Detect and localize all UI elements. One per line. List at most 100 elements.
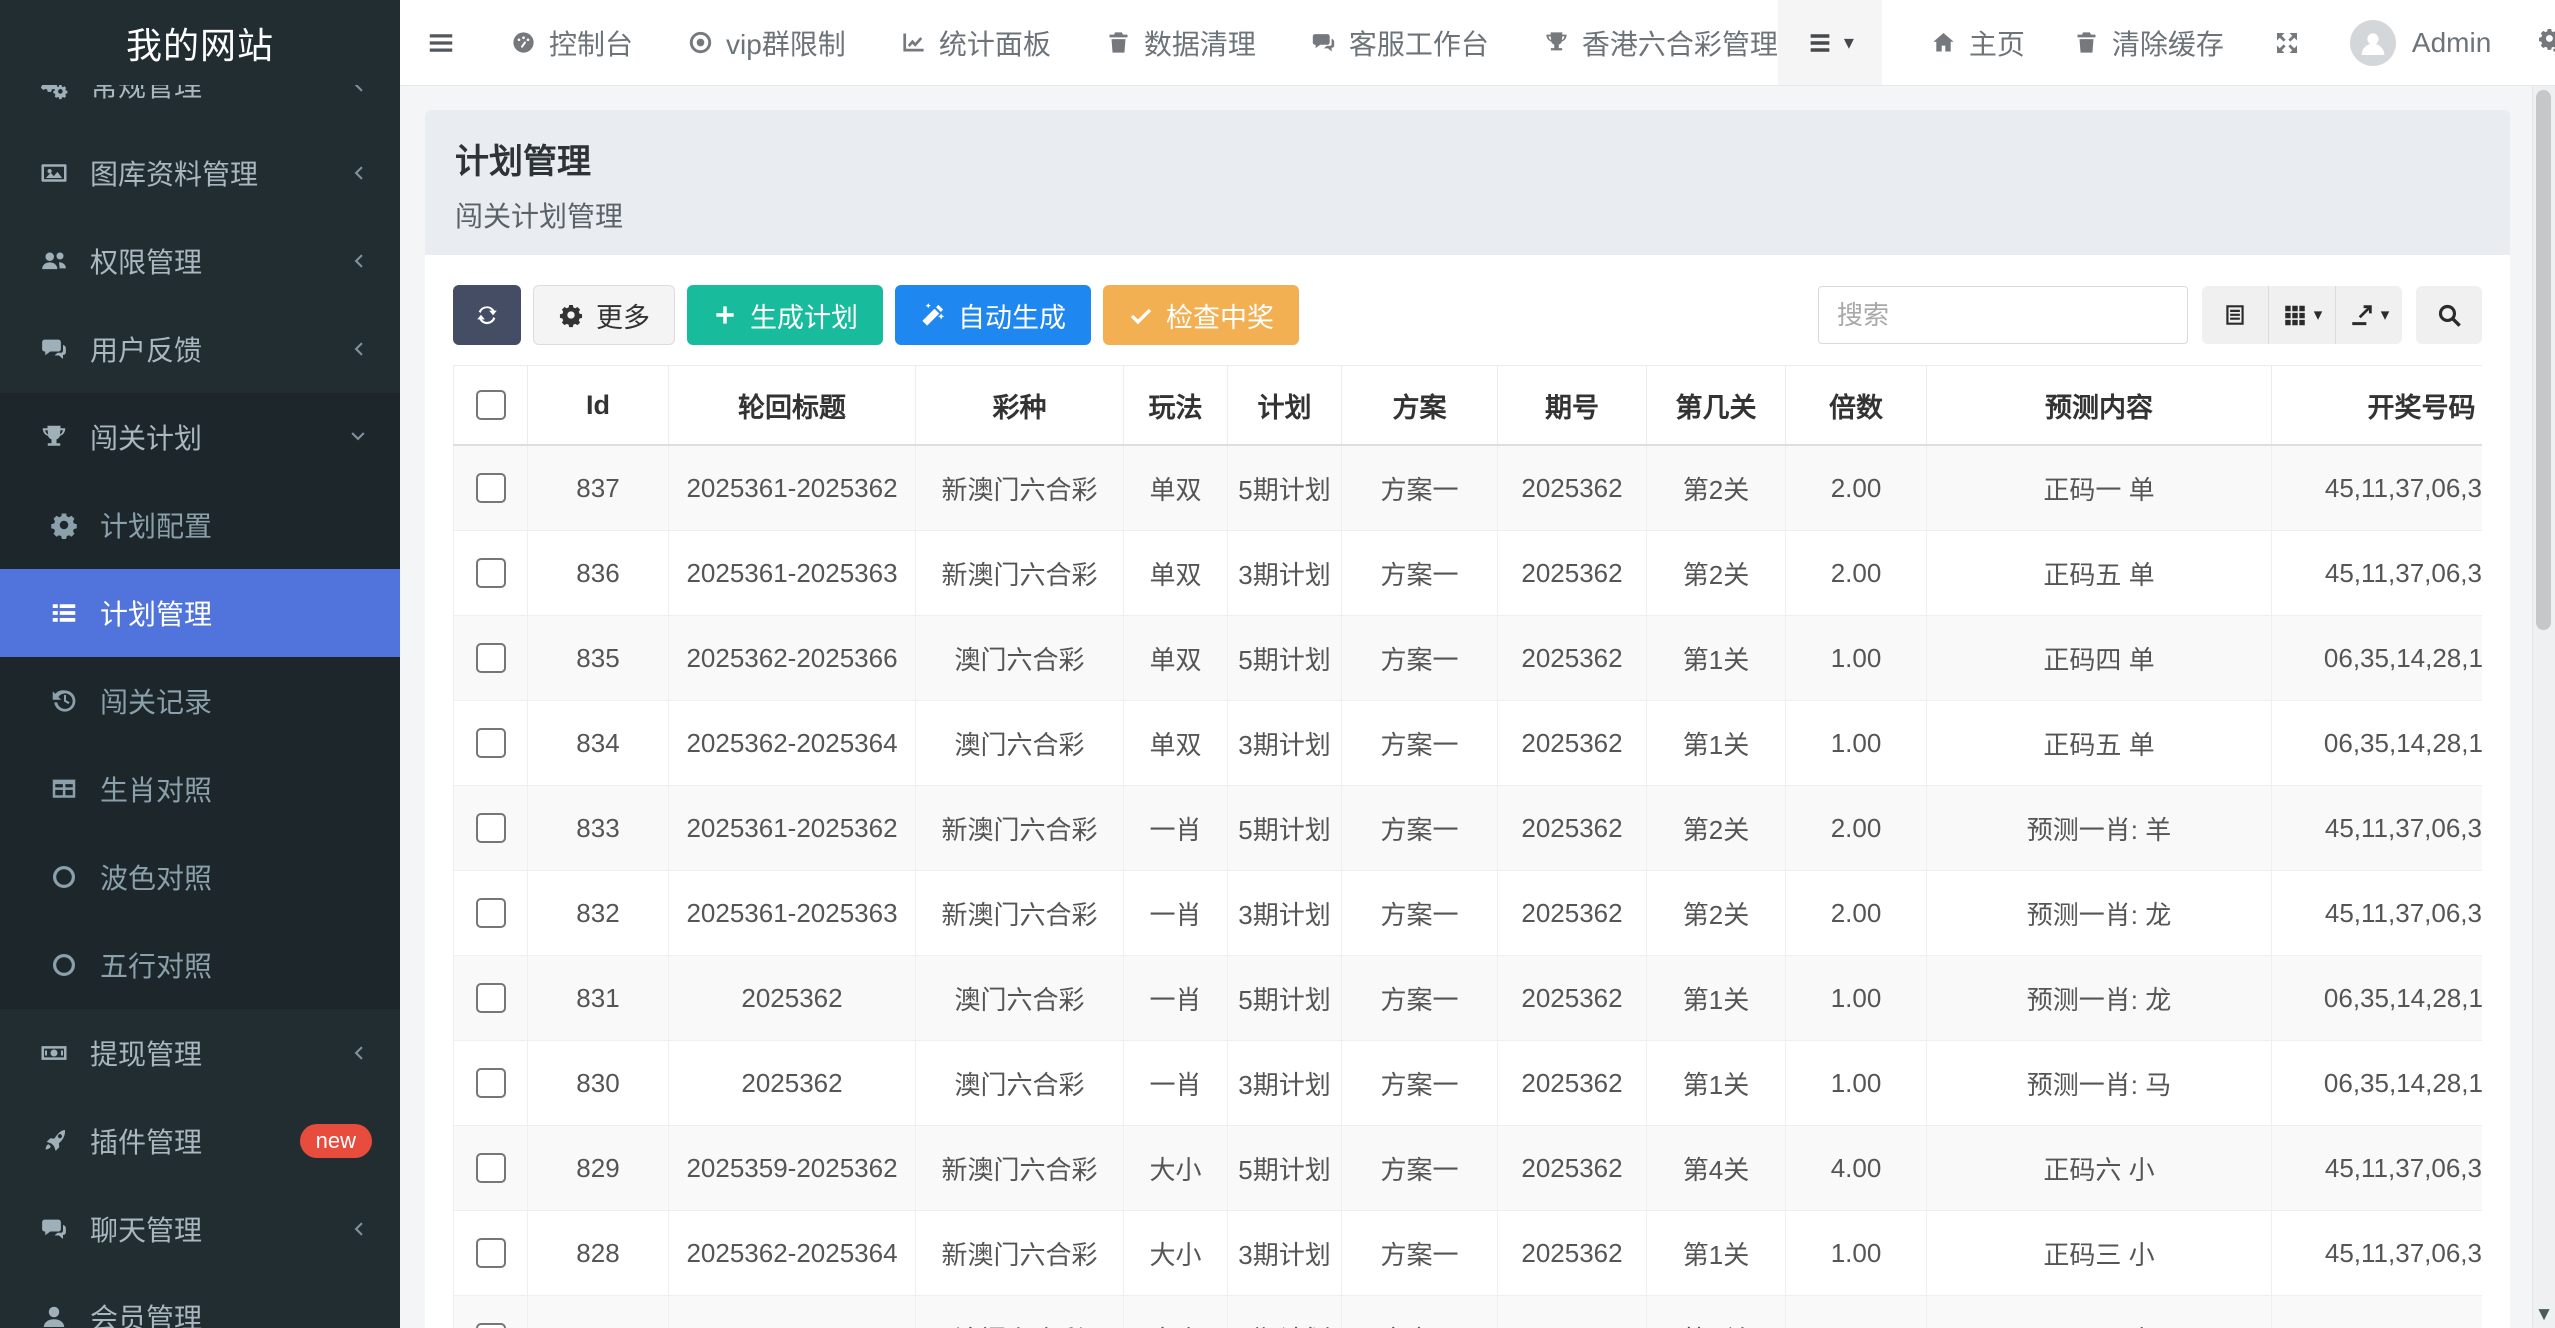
vertical-scrollbar[interactable]: ▼ xyxy=(2532,86,2555,1328)
column-header-玩法[interactable]: 玩法 xyxy=(1124,366,1228,446)
sidebar-item-生肖对照[interactable]: 生肖对照 xyxy=(0,745,400,833)
cell: 方案一 xyxy=(1342,786,1498,871)
scrollbar-thumb[interactable] xyxy=(2536,90,2551,630)
refresh-button[interactable] xyxy=(453,285,521,345)
export-button[interactable]: ▾ xyxy=(2336,286,2402,344)
cell: 2025362-2025364 xyxy=(669,701,916,786)
row-checkbox[interactable] xyxy=(476,558,506,588)
row-checkbox[interactable] xyxy=(476,728,506,758)
cell: 正码六 小 xyxy=(1927,1126,2272,1211)
sidebar-item-label: 计划管理 xyxy=(100,593,212,633)
sidebar-item-聊天管理[interactable]: 聊天管理 xyxy=(0,1185,400,1273)
gauge-icon xyxy=(510,29,537,56)
row-checkbox[interactable] xyxy=(476,1323,506,1328)
nav-item-客服工作台[interactable]: 客服工作台 xyxy=(1310,23,1489,63)
nav-item-控制台[interactable]: 控制台 xyxy=(510,23,633,63)
sidebar-item-提现管理[interactable]: 提现管理 xyxy=(0,1009,400,1097)
sidebar-item-闯关记录[interactable]: 闯关记录 xyxy=(0,657,400,745)
scrollbar-down-arrow[interactable]: ▼ xyxy=(2533,1304,2555,1326)
cell: 澳门六合彩 xyxy=(916,1041,1124,1126)
column-header-Id[interactable]: Id xyxy=(528,366,669,446)
nav-clear-cache[interactable]: 清除缓存 xyxy=(2073,23,2224,63)
sidebar-item-计划管理[interactable]: 计划管理 xyxy=(0,569,400,657)
sidebar-item-label: 提现管理 xyxy=(90,1033,202,1073)
cell: 预测一肖: 羊 xyxy=(1927,786,2272,871)
table-row: 8312025362澳门六合彩一肖5期计划方案一2025362第1关1.00预测… xyxy=(454,956,2483,1041)
columns-toggle-button[interactable]: ▾ xyxy=(2269,286,2336,344)
refresh-icon xyxy=(474,302,500,328)
row-checkbox[interactable] xyxy=(476,983,506,1013)
column-header-预测内容[interactable]: 预测内容 xyxy=(1927,366,2272,446)
sidebar-item-闯关计划[interactable]: 闯关计划 xyxy=(0,393,400,481)
column-header-彩种[interactable]: 彩种 xyxy=(916,366,1124,446)
sidebar-item-图库资料管理[interactable]: 图库资料管理 xyxy=(0,129,400,217)
nav-home[interactable]: 主页 xyxy=(1930,23,2025,63)
cell: 新澳门六合彩 xyxy=(916,445,1124,531)
detail-view-button[interactable] xyxy=(2202,286,2269,344)
cell: 方案一 xyxy=(1342,531,1498,616)
search-button[interactable] xyxy=(2416,286,2482,344)
more-button[interactable]: 更多 xyxy=(533,285,675,345)
generate-plan-button[interactable]: 生成计划 xyxy=(687,285,883,345)
row-checkbox[interactable] xyxy=(476,1153,506,1183)
column-header-第几关[interactable]: 第几关 xyxy=(1647,366,1786,446)
nav-item-香港六合彩管理[interactable]: 香港六合彩管理 xyxy=(1543,23,1778,63)
column-header-期号[interactable]: 期号 xyxy=(1498,366,1647,446)
column-header-方案[interactable]: 方案 xyxy=(1342,366,1498,446)
cell: 2025362 xyxy=(1498,616,1647,701)
sidebar-menu: 常规管理图库资料管理权限管理用户反馈闯关计划计划配置计划管理闯关记录生肖对照波色… xyxy=(0,85,400,1328)
user-icon xyxy=(39,1302,69,1328)
sidebar-item-权限管理[interactable]: 权限管理 xyxy=(0,217,400,305)
auto-generate-button[interactable]: 自动生成 xyxy=(895,285,1091,345)
chevron-left-icon xyxy=(346,161,370,185)
sidebar-item-插件管理[interactable]: 插件管理new xyxy=(0,1097,400,1185)
cell: 2025362 xyxy=(669,1296,916,1328)
select-all-checkbox[interactable] xyxy=(476,390,506,420)
cell: 方案一 xyxy=(1342,701,1498,786)
column-header-开奖号码[interactable]: 开奖号码 xyxy=(2272,366,2483,446)
column-header-计划[interactable]: 计划 xyxy=(1228,366,1342,446)
cell: 预测一肖: 龙 xyxy=(1927,871,2272,956)
fullscreen-button[interactable] xyxy=(2272,28,2302,58)
column-header-倍数[interactable]: 倍数 xyxy=(1786,366,1927,446)
sidebar-item-波色对照[interactable]: 波色对照 xyxy=(0,833,400,921)
sidebar-item-常规管理[interactable]: 常规管理 xyxy=(0,85,400,129)
cell: 方案一 xyxy=(1342,445,1498,531)
nav-list-dropdown[interactable]: ▾ xyxy=(1778,0,1882,85)
cell: 新澳门六合彩 xyxy=(916,1211,1124,1296)
cell: 833 xyxy=(528,786,669,871)
chevron-down-icon xyxy=(346,425,370,449)
cell: 方案一 xyxy=(1342,871,1498,956)
sidebar-item-用户反馈[interactable]: 用户反馈 xyxy=(0,305,400,393)
sidebar-item-五行对照[interactable]: 五行对照 xyxy=(0,921,400,1009)
nav-settings[interactable] xyxy=(2539,28,2555,58)
cell: 3期计划 xyxy=(1228,701,1342,786)
row-checkbox[interactable] xyxy=(476,473,506,503)
cell: 新澳门六合彩 xyxy=(916,1126,1124,1211)
sidebar-item-计划配置[interactable]: 计划配置 xyxy=(0,481,400,569)
cell: 大小 xyxy=(1124,1296,1228,1328)
table-icon xyxy=(49,774,79,804)
sidebar-item-label: 闯关记录 xyxy=(100,681,212,721)
row-checkbox[interactable] xyxy=(476,643,506,673)
bars-icon xyxy=(1806,29,1834,57)
cell: 2025361-2025363 xyxy=(669,871,916,956)
nav-item-vip群限制[interactable]: vip群限制 xyxy=(687,23,846,63)
nav-item-数据清理[interactable]: 数据清理 xyxy=(1105,23,1256,63)
search-input[interactable] xyxy=(1818,286,2188,344)
cell: 2025361-2025362 xyxy=(669,786,916,871)
row-checkbox[interactable] xyxy=(476,813,506,843)
cell: 预测一肖: 马 xyxy=(1927,1041,2272,1126)
user-menu[interactable]: Admin xyxy=(2350,20,2491,66)
nav-item-统计面板[interactable]: 统计面板 xyxy=(900,23,1051,63)
check-win-button[interactable]: 检查中奖 xyxy=(1103,285,1299,345)
row-checkbox[interactable] xyxy=(476,1238,506,1268)
cell: 2025362 xyxy=(669,956,916,1041)
sidebar-item-会员管理[interactable]: 会员管理 xyxy=(0,1273,400,1328)
cell: 方案一 xyxy=(1342,1041,1498,1126)
row-checkbox[interactable] xyxy=(476,1068,506,1098)
cell: 1.00 xyxy=(1786,701,1927,786)
sidebar-toggle-button[interactable] xyxy=(426,28,456,58)
column-header-轮回标题[interactable]: 轮回标题 xyxy=(669,366,916,446)
row-checkbox[interactable] xyxy=(476,898,506,928)
